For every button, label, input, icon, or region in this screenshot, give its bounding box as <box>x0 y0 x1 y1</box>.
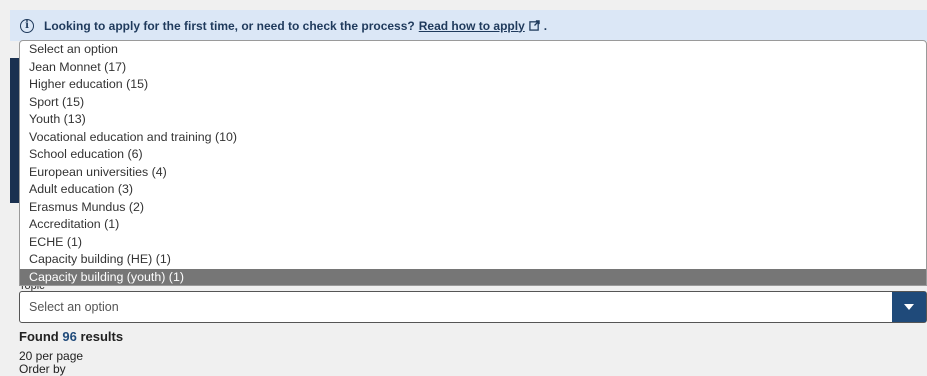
chevron-down-icon <box>904 304 914 310</box>
results-suffix: results <box>80 329 124 344</box>
results-summary: Found 96 results <box>19 329 123 344</box>
info-banner-suffix: . <box>543 18 548 33</box>
info-banner: i Looking to apply for the first time, o… <box>10 10 927 41</box>
dropdown-toggle-button[interactable] <box>892 292 926 322</box>
dropdown-option[interactable]: European universities (4) <box>20 164 926 182</box>
dropdown-option[interactable]: ECHE (1) <box>20 234 926 252</box>
dropdown-option[interactable]: Jean Monnet (17) <box>20 59 926 77</box>
dropdown-option[interactable]: Select an option <box>20 41 926 59</box>
topic-select[interactable]: Select an option <box>19 291 927 323</box>
dropdown-option[interactable]: Adult education (3) <box>20 181 926 199</box>
dropdown-option[interactable]: Higher education (15) <box>20 76 926 94</box>
dropdown-option[interactable]: Sport (15) <box>20 94 926 112</box>
dropdown-option[interactable]: Erasmus Mundus (2) <box>20 199 926 217</box>
info-icon: i <box>20 18 34 33</box>
topic-dropdown-list[interactable]: Select an option Jean Monnet (17) Higher e… <box>19 40 927 286</box>
dropdown-option[interactable]: Youth (13) <box>20 111 926 129</box>
dropdown-option[interactable]: Vocational education and training (10) <box>20 129 926 147</box>
dropdown-option[interactable]: Capacity building (HE) (1) <box>20 251 926 269</box>
order-by-label[interactable]: Order by <box>19 362 66 376</box>
external-link-icon[interactable] <box>529 20 540 31</box>
info-banner-text: Looking to apply for the first time, or … <box>44 18 415 33</box>
dropdown-option[interactable]: School education (6) <box>20 146 926 164</box>
dropdown-option[interactable]: Capacity building (youth) (1) <box>20 268 926 285</box>
results-prefix: Found <box>19 329 59 344</box>
per-page-select[interactable]: 20 per page <box>19 349 83 363</box>
topic-select-value: Select an option <box>29 300 119 314</box>
results-count: 96 <box>62 329 77 344</box>
dropdown-option[interactable]: Accreditation (1) <box>20 216 926 234</box>
read-how-to-apply-link[interactable]: Read how to apply <box>419 19 525 33</box>
background-strip <box>10 58 19 203</box>
